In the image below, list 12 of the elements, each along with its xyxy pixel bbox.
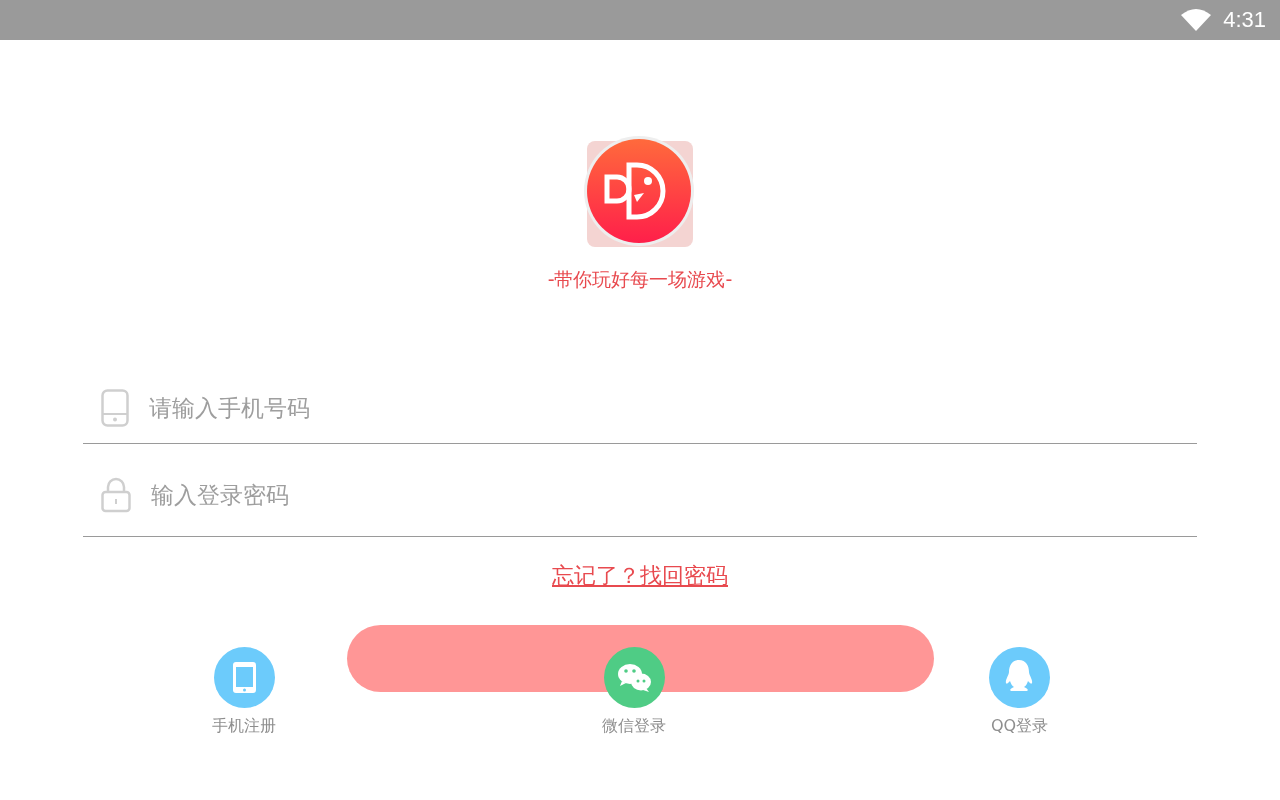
password-field[interactable]: 输入登录密码 xyxy=(149,481,1197,509)
social-login-button[interactable]: QQ登录 xyxy=(989,647,1050,737)
phone-icon xyxy=(101,389,129,427)
clock-time: 4:31 xyxy=(1223,7,1266,33)
app-logo-icon xyxy=(583,135,697,249)
social-login-button[interactable]: 手机注册 xyxy=(212,647,276,737)
social-login-button[interactable]: 微信登录 xyxy=(602,647,666,737)
phone-field[interactable]: 请输入手机号码 xyxy=(147,394,1197,422)
slogan: -带你玩好每一场游戏- xyxy=(547,267,733,292)
forgot-password-link[interactable]: 忘记了？找回密码 xyxy=(552,561,728,591)
wifi-icon xyxy=(1181,9,1212,31)
lock-icon xyxy=(101,477,131,513)
